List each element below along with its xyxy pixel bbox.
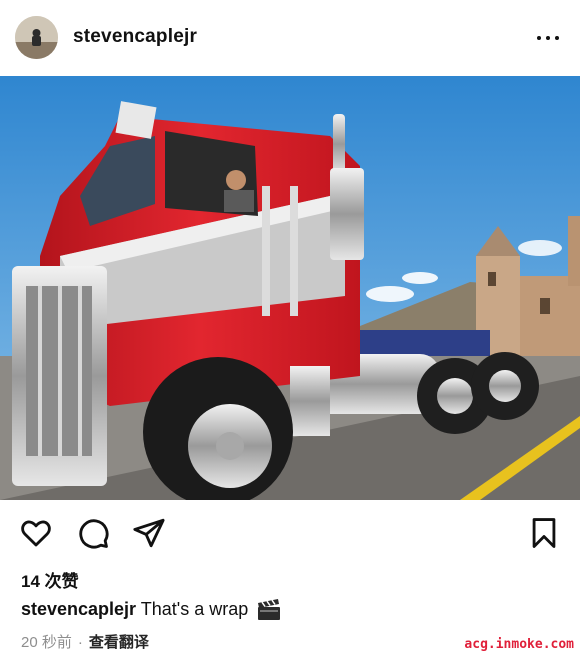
more-options-button[interactable]: [537, 28, 561, 48]
caption: stevencaplejr That's a wrap: [21, 599, 281, 621]
save-button[interactable]: [527, 516, 561, 550]
see-translation-link[interactable]: 查看翻译: [89, 634, 149, 651]
post-image[interactable]: [0, 76, 580, 500]
post-time: 20 秒前: [21, 634, 72, 651]
post-header: stevencaplejr: [0, 0, 580, 76]
post-meta: 20 秒前 · 查看翻译: [21, 631, 149, 652]
share-icon: [133, 518, 165, 548]
bookmark-icon: [532, 518, 556, 548]
username[interactable]: stevencaplejr: [73, 26, 197, 48]
meta-separator: ·: [77, 634, 83, 651]
clapperboard-icon: [257, 599, 281, 621]
like-button[interactable]: [19, 516, 53, 550]
like-count[interactable]: 14 次赞: [21, 567, 79, 592]
comment-icon: [79, 519, 109, 549]
comment-button[interactable]: [76, 516, 110, 550]
heart-icon: [21, 520, 51, 547]
share-button[interactable]: [132, 516, 166, 550]
caption-text: That's a wrap: [140, 599, 249, 619]
more-icon: [537, 36, 541, 40]
caption-username[interactable]: stevencaplejr: [21, 599, 136, 619]
avatar[interactable]: [15, 16, 58, 59]
watermark: acg.inmoke.com: [464, 637, 574, 652]
action-bar: [0, 512, 580, 552]
